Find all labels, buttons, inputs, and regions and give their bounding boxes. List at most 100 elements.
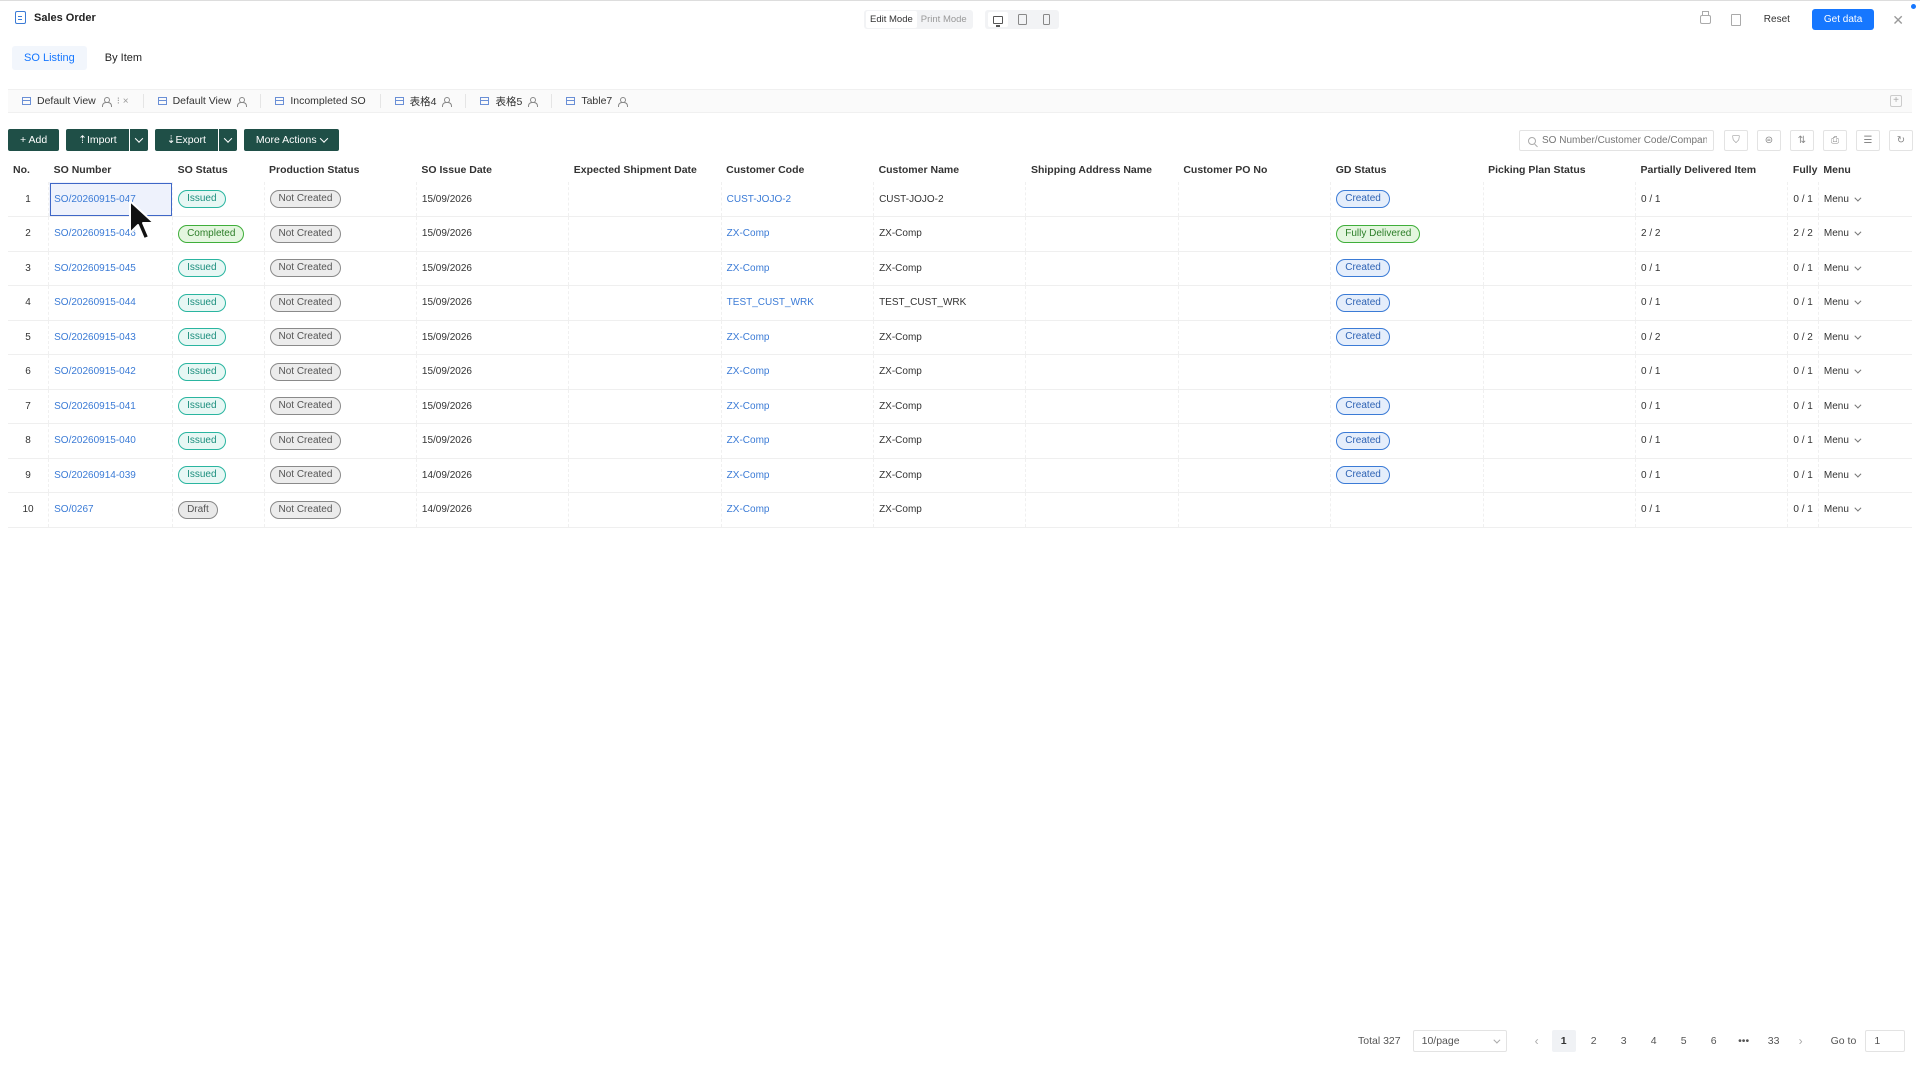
customer-code-link[interactable]: ZX-Comp bbox=[727, 401, 770, 412]
customer-code-link[interactable]: CUST-JOJO-2 bbox=[727, 194, 791, 205]
column-header[interactable]: GD Status bbox=[1331, 157, 1483, 182]
column-header[interactable]: Picking Plan Status bbox=[1483, 157, 1635, 182]
column-header[interactable]: SO Status bbox=[173, 157, 264, 182]
page-number-button[interactable]: 6 bbox=[1702, 1030, 1726, 1052]
so-number-link[interactable]: SO/20260914-039 bbox=[54, 470, 136, 481]
get-data-button[interactable]: Get data bbox=[1811, 9, 1875, 30]
close-icon[interactable]: ✕ bbox=[1892, 13, 1904, 27]
row-menu-button[interactable]: Menu bbox=[1824, 435, 1907, 446]
next-page-button[interactable]: › bbox=[1789, 1034, 1813, 1048]
table-row[interactable]: 3 SO/20260915-045 Issued Not Created 15/09/2… bbox=[8, 251, 1912, 286]
so-number-link[interactable]: SO/20260915-041 bbox=[54, 401, 136, 412]
page-number-button[interactable]: 4 bbox=[1642, 1030, 1666, 1052]
column-header[interactable]: Customer Name bbox=[874, 157, 1026, 182]
sort-button[interactable]: ⇅ bbox=[1790, 130, 1814, 151]
column-header[interactable]: Menu bbox=[1818, 157, 1912, 182]
column-header[interactable]: Fully bbox=[1788, 157, 1818, 182]
view-tab-options[interactable]: ⁝ × bbox=[117, 96, 129, 107]
export-file-button[interactable] bbox=[1730, 13, 1742, 26]
column-header[interactable]: Shipping Address Name bbox=[1026, 157, 1178, 182]
refresh-button[interactable]: ↻ bbox=[1889, 130, 1913, 151]
so-number-link[interactable]: SO/20260915-046 bbox=[54, 228, 136, 239]
row-menu-button[interactable]: Menu bbox=[1824, 194, 1907, 205]
page-number-button[interactable]: 5 bbox=[1672, 1030, 1696, 1052]
column-header[interactable]: No. bbox=[8, 157, 49, 182]
view-tab-table7[interactable]: Table7 bbox=[552, 94, 641, 108]
tablet-view-button[interactable] bbox=[1012, 12, 1032, 27]
table-row[interactable]: 9 SO/20260914-039 Issued Not Created 14/09/2… bbox=[8, 458, 1912, 493]
page-number-button[interactable]: 33 bbox=[1762, 1030, 1786, 1052]
row-menu-button[interactable]: Menu bbox=[1824, 228, 1907, 239]
column-header[interactable]: SO Number bbox=[49, 157, 173, 182]
import-button[interactable]: ⇡Import bbox=[66, 129, 129, 151]
add-button[interactable]: + Add bbox=[8, 129, 60, 151]
so-number-link[interactable]: SO/20260915-040 bbox=[54, 435, 136, 446]
table-row[interactable]: 10 SO/0267 Draft Not Created 14/09/2026 ZX-Co… bbox=[8, 492, 1912, 528]
customer-code-link[interactable]: ZX-Comp bbox=[727, 228, 770, 239]
page-number-button[interactable]: 1 bbox=[1551, 1030, 1576, 1052]
row-menu-button[interactable]: Menu bbox=[1824, 332, 1907, 343]
page-ellipsis[interactable]: ••• bbox=[1732, 1030, 1756, 1052]
customer-code-link[interactable]: ZX-Comp bbox=[727, 470, 770, 481]
add-view-button[interactable]: + bbox=[1890, 95, 1902, 107]
customer-code-link[interactable]: ZX-Comp bbox=[727, 435, 770, 446]
row-menu-button[interactable]: Menu bbox=[1824, 263, 1907, 274]
row-menu-button[interactable]: Menu bbox=[1824, 504, 1907, 515]
column-header[interactable]: Production Status bbox=[264, 157, 416, 182]
row-menu-button[interactable]: Menu bbox=[1824, 366, 1907, 377]
so-number-link[interactable]: SO/20260915-045 bbox=[54, 263, 136, 274]
so-number-link[interactable]: SO/20260915-043 bbox=[54, 332, 136, 343]
table-row[interactable]: 5 SO/20260915-043 Issued Not Created 15/09/2… bbox=[8, 320, 1912, 355]
tab-by-item[interactable]: By Item bbox=[93, 46, 154, 70]
customer-code-link[interactable]: ZX-Comp bbox=[727, 332, 770, 343]
row-menu-button[interactable]: Menu bbox=[1824, 470, 1907, 481]
import-dropdown-button[interactable] bbox=[129, 129, 148, 151]
view-tab-default-view[interactable]: Default View ⁝ × bbox=[8, 94, 144, 108]
prev-page-button[interactable]: ‹ bbox=[1525, 1034, 1549, 1048]
column-settings-button[interactable]: ☰ bbox=[1856, 130, 1880, 151]
view-tab-table5[interactable]: 表格5 bbox=[466, 94, 553, 108]
page-number-button[interactable]: 2 bbox=[1582, 1030, 1606, 1052]
so-number-link[interactable]: SO/20260915-047 bbox=[54, 194, 136, 205]
group-button[interactable]: ⊜ bbox=[1757, 130, 1781, 151]
table-row[interactable]: 7 SO/20260915-041 Issued Not Created 15/09/2… bbox=[8, 389, 1912, 424]
reset-button[interactable]: Reset bbox=[1760, 14, 1794, 25]
table-row[interactable]: 4 SO/20260915-044 Issued Not Created 15/09/2… bbox=[8, 285, 1912, 321]
table-row[interactable]: 8 SO/20260915-040 Issued Not Created 15/09/2… bbox=[8, 423, 1912, 459]
customer-code-link[interactable]: ZX-Comp bbox=[727, 263, 770, 274]
filter-button[interactable]: ⛉ bbox=[1724, 130, 1748, 151]
edit-mode-button[interactable]: Edit Mode bbox=[866, 11, 917, 28]
view-tab-table4[interactable]: 表格4 bbox=[381, 94, 467, 108]
print-table-button[interactable]: ⎙ bbox=[1823, 130, 1847, 151]
page-number-button[interactable]: 3 bbox=[1612, 1030, 1636, 1052]
customer-code-link[interactable]: ZX-Comp bbox=[727, 504, 770, 515]
column-header[interactable]: Expected Shipment Date bbox=[569, 157, 721, 182]
so-number-link[interactable]: SO/0267 bbox=[54, 504, 93, 515]
so-number-link[interactable]: SO/20260915-042 bbox=[54, 366, 136, 377]
export-button[interactable]: ⇣Export bbox=[154, 129, 218, 151]
export-dropdown-button[interactable] bbox=[218, 129, 237, 151]
page-size-select[interactable]: 10/page bbox=[1412, 1030, 1507, 1052]
column-header[interactable]: Partially Delivered Item bbox=[1636, 157, 1788, 182]
row-menu-button[interactable]: Menu bbox=[1824, 401, 1907, 412]
customer-code-link[interactable]: ZX-Comp bbox=[727, 366, 770, 377]
mobile-view-button[interactable] bbox=[1036, 12, 1056, 27]
column-header[interactable]: Customer PO No bbox=[1178, 157, 1330, 182]
column-header[interactable]: Customer Code bbox=[721, 157, 873, 182]
tab-so-listing[interactable]: SO Listing bbox=[12, 46, 87, 70]
customer-code-link[interactable]: TEST_CUST_WRK bbox=[727, 297, 814, 308]
table-row[interactable]: 1 SO/20260915-047 Issued Not Created 15/09/2… bbox=[8, 182, 1912, 217]
search-input[interactable] bbox=[1542, 135, 1707, 146]
print-button[interactable] bbox=[1700, 11, 1712, 26]
goto-page-input[interactable]: 1 bbox=[1865, 1030, 1906, 1052]
desktop-view-button[interactable] bbox=[988, 12, 1008, 27]
table-row[interactable]: 6 SO/20260915-042 Issued Not Created 15/09/2… bbox=[8, 354, 1912, 390]
view-tab-default-view-2[interactable]: Default View bbox=[144, 94, 262, 108]
view-tab-incompleted-so[interactable]: Incompleted SO bbox=[261, 94, 381, 108]
column-header[interactable]: SO Issue Date bbox=[416, 157, 568, 182]
print-mode-button[interactable]: Print Mode bbox=[917, 11, 971, 28]
more-actions-button[interactable]: More Actions bbox=[243, 129, 339, 151]
row-menu-button[interactable]: Menu bbox=[1824, 297, 1907, 308]
so-number-link[interactable]: SO/20260915-044 bbox=[54, 297, 136, 308]
table-row[interactable]: 2 SO/20260915-046 Completed Not Created 15/0… bbox=[8, 216, 1912, 252]
